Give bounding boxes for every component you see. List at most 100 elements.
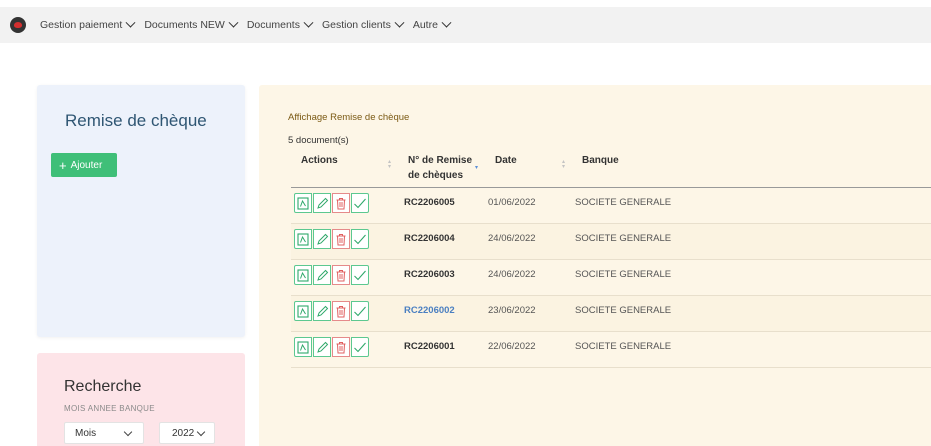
trash-icon	[336, 269, 346, 281]
delete-button[interactable]	[332, 193, 350, 213]
nav-label: Autre	[412, 19, 438, 31]
nav-documents-new[interactable]: Documents NEW	[144, 17, 239, 31]
nav-label: Gestion paiement	[40, 19, 123, 31]
month-select[interactable]: Mois	[64, 422, 144, 444]
nav-gestion-clients[interactable]: Gestion clients	[321, 17, 405, 31]
table-row: RC2206004 24/06/2022 SOCIETE GENERALE	[291, 224, 931, 260]
pdf-icon	[297, 232, 309, 246]
remise-date: 22/06/2022	[488, 341, 536, 352]
edit-button[interactable]	[313, 265, 331, 285]
check-icon	[354, 234, 366, 244]
chevron-down-icon	[303, 17, 314, 28]
column-label: de chèques	[408, 170, 464, 181]
remise-date: 23/06/2022	[488, 305, 536, 316]
year-select-value: 2022	[172, 427, 195, 439]
check-icon	[354, 270, 366, 280]
remise-bank: SOCIETE GENERALE	[575, 269, 672, 280]
chevron-down-icon	[394, 17, 405, 28]
sort-icon[interactable]: ▴ ▾	[388, 159, 393, 170]
list-title: Affichage Remise de chèque	[288, 112, 410, 123]
column-header-bank[interactable]: Banque	[582, 153, 619, 168]
remise-number[interactable]: RC2206005	[404, 197, 455, 208]
remise-panel: Remise de chèque + Ajouter	[37, 85, 245, 337]
delete-button[interactable]	[332, 229, 350, 249]
pencil-icon	[316, 341, 328, 353]
pdf-button[interactable]	[294, 229, 312, 249]
pencil-icon	[316, 305, 328, 317]
chevron-down-icon	[125, 17, 136, 28]
top-navbar: Gestion paiement Documents NEW Documents…	[0, 7, 931, 43]
remise-date: 01/06/2022	[488, 197, 536, 208]
remise-date: 24/06/2022	[488, 269, 536, 280]
validate-button[interactable]	[351, 229, 369, 249]
column-label: Banque	[582, 155, 619, 166]
year-select[interactable]: 2022	[159, 422, 215, 444]
edit-button[interactable]	[313, 229, 331, 249]
edit-button[interactable]	[313, 193, 331, 213]
remise-number[interactable]: RC2206001	[404, 341, 455, 352]
table-row: RC2206002 23/06/2022 SOCIETE GENERALE	[291, 296, 931, 332]
add-button[interactable]: + Ajouter	[51, 153, 117, 177]
column-header-actions[interactable]: Actions	[301, 153, 338, 168]
remise-date: 24/06/2022	[488, 233, 536, 244]
nav-documents[interactable]: Documents	[246, 17, 314, 31]
table-row: RC2206003 24/06/2022 SOCIETE GENERALE	[291, 260, 931, 296]
column-header-date[interactable]: Date	[495, 153, 517, 168]
edit-button[interactable]	[313, 301, 331, 321]
column-label: Date	[495, 155, 517, 166]
remise-bank: SOCIETE GENERALE	[575, 233, 672, 244]
pdf-button[interactable]	[294, 265, 312, 285]
check-icon	[354, 342, 366, 352]
remise-bank: SOCIETE GENERALE	[575, 341, 672, 352]
column-label: N° de Remise	[408, 155, 473, 166]
chevron-down-icon	[196, 427, 206, 437]
row-actions	[294, 193, 369, 213]
trash-icon	[336, 233, 346, 245]
nav-label: Documents	[246, 19, 300, 31]
nav-gestion-paiement[interactable]: Gestion paiement	[40, 17, 136, 31]
trash-icon	[336, 305, 346, 317]
logo-icon[interactable]	[10, 17, 26, 33]
pdf-button[interactable]	[294, 301, 312, 321]
remise-number[interactable]: RC2206002	[404, 305, 455, 316]
pdf-icon	[297, 268, 309, 282]
trash-icon	[336, 341, 346, 353]
validate-button[interactable]	[351, 337, 369, 357]
delete-button[interactable]	[332, 337, 350, 357]
add-button-label: Ajouter	[70, 159, 103, 171]
table-row: RC2206005 01/06/2022 SOCIETE GENERALE	[291, 188, 931, 224]
remise-number[interactable]: RC2206004	[404, 233, 455, 244]
pencil-icon	[316, 269, 328, 281]
search-title: Recherche	[64, 378, 142, 395]
row-actions	[294, 301, 369, 321]
validate-button[interactable]	[351, 265, 369, 285]
pdf-icon	[297, 304, 309, 318]
row-actions	[294, 265, 369, 285]
search-subtitle: MOIS ANNEE BANQUE	[64, 404, 155, 413]
nav-autre[interactable]: Autre	[412, 17, 452, 31]
trash-icon	[336, 197, 346, 209]
sort-icon[interactable]: ▴ ▾	[562, 159, 567, 170]
search-panel: Recherche MOIS ANNEE BANQUE Mois 2022	[37, 353, 245, 446]
pdf-button[interactable]	[294, 193, 312, 213]
delete-button[interactable]	[332, 265, 350, 285]
pdf-button[interactable]	[294, 337, 312, 357]
validate-button[interactable]	[351, 301, 369, 321]
nav-label: Gestion clients	[321, 19, 391, 31]
edit-button[interactable]	[313, 337, 331, 357]
chevron-down-icon	[123, 427, 133, 437]
sort-desc-icon[interactable]: ▾	[475, 165, 480, 171]
remise-bank: SOCIETE GENERALE	[575, 197, 672, 208]
column-label: Actions	[301, 155, 338, 166]
document-count: 5 document(s)	[288, 135, 349, 146]
pencil-icon	[316, 197, 328, 209]
month-select-value: Mois	[75, 427, 97, 439]
plus-icon: +	[59, 157, 67, 173]
validate-button[interactable]	[351, 193, 369, 213]
row-actions	[294, 337, 369, 357]
column-header-number[interactable]: N° de Remise de chèques	[408, 153, 472, 183]
table-row: RC2206001 22/06/2022 SOCIETE GENERALE	[291, 332, 931, 368]
remise-number[interactable]: RC2206003	[404, 269, 455, 280]
row-actions	[294, 229, 369, 249]
delete-button[interactable]	[332, 301, 350, 321]
